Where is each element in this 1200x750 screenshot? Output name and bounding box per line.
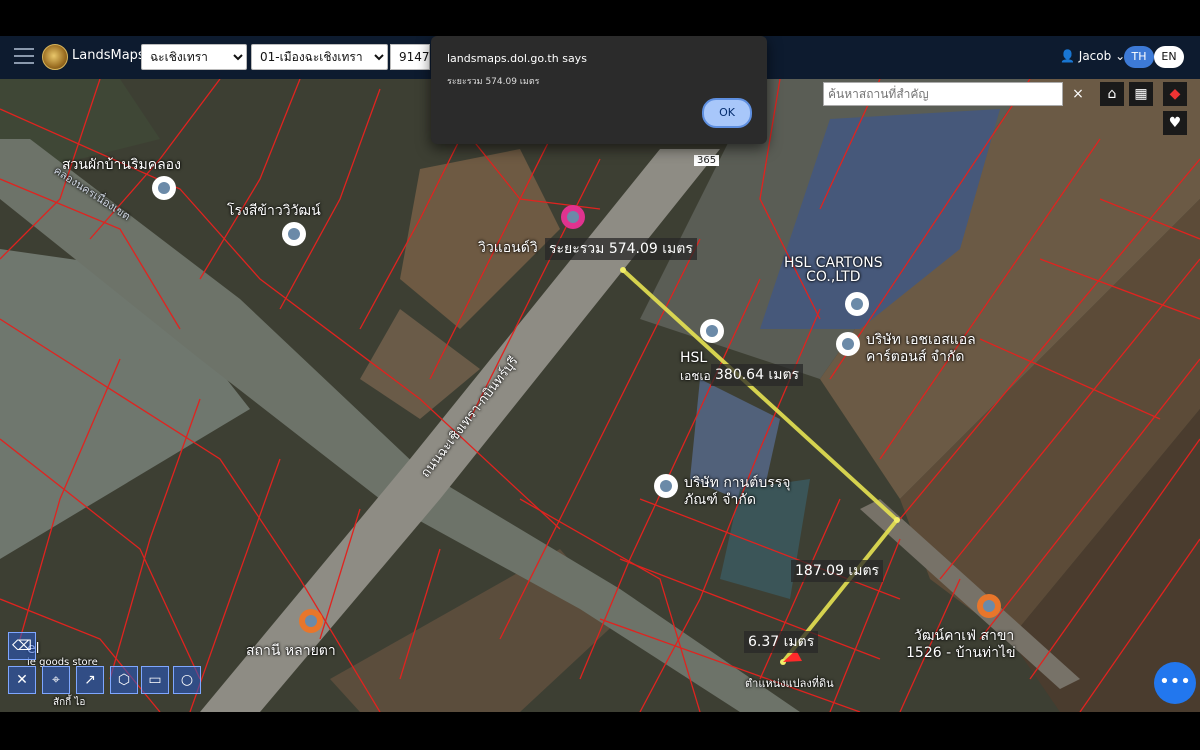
line-tool-icon[interactable]: ↗: [76, 666, 104, 694]
measure-total-label: ระยะรวม 574.09 เมตร: [545, 238, 697, 260]
label-rice-mill: โรงสีข้าววิวัฒน์: [227, 203, 321, 219]
measure-seg2-label: 187.09 เมตร: [791, 560, 884, 582]
label-hsl-cartons: HSL CARTONS CO.,LTD: [784, 255, 883, 285]
measure-seg3-label: 6.37 เมตร: [744, 631, 819, 653]
landsmaps-logo: [42, 44, 68, 70]
label-garden: สวนผักบ้านริมคลอง: [62, 157, 181, 173]
map-view[interactable]: × ⌂ ▦ ◆ ♥ สวนผักบ้านริมคลอง คลองนครเนื่อ…: [0, 79, 1200, 712]
grid-icon[interactable]: ▦: [1129, 82, 1153, 106]
parcel-number-input[interactable]: 9147: [390, 44, 430, 70]
rice-mill-marker-icon[interactable]: [282, 222, 306, 246]
province-select[interactable]: ฉะเชิงเทรา: [141, 44, 247, 70]
district-select[interactable]: 01-เมืองฉะเชิงเทรา: [251, 44, 388, 70]
rectangle-tool-icon[interactable]: ▭: [141, 666, 169, 694]
label-hsl-th2: คาร์ตอนส์ จำกัด: [866, 349, 965, 365]
lang-th-button[interactable]: TH: [1124, 46, 1154, 68]
menu-icon[interactable]: [14, 48, 34, 64]
route-shield: 365: [694, 155, 720, 166]
user-icon: 👤: [1060, 49, 1075, 63]
user-menu[interactable]: 👤 Jacob ⌄: [1060, 49, 1125, 63]
eraser-tool-icon[interactable]: ⌫: [8, 632, 36, 660]
alert-dialog: landsmaps.dol.go.th says ระยะรวม 574.09 …: [431, 36, 767, 144]
lang-en-button[interactable]: EN: [1154, 46, 1184, 68]
measure-seg1-prefix: เอชเอ: [680, 369, 711, 383]
label-hsl: HSL: [680, 350, 708, 366]
hsl-company-marker-icon[interactable]: [836, 332, 860, 356]
clear-search-icon[interactable]: ×: [1066, 82, 1090, 106]
chat-icon[interactable]: •••: [1154, 662, 1196, 704]
label-cafe2: 1526 - บ้านท่าไข่: [906, 645, 1016, 661]
garden-marker-icon[interactable]: [152, 176, 176, 200]
measure-seg1-label: 380.64 เมตร: [711, 364, 804, 386]
hsl-marker-icon[interactable]: [700, 319, 724, 343]
label-vivian: วิวแอนด์วิ: [478, 240, 538, 256]
home-icon[interactable]: ⌂: [1100, 82, 1124, 106]
hsl-cartons-marker-icon[interactable]: [845, 292, 869, 316]
layers-icon[interactable]: ◆: [1163, 82, 1187, 106]
circle-tool-icon[interactable]: ○: [173, 666, 201, 694]
dialog-message: ระยะรวม 574.09 เมตร: [447, 77, 540, 87]
packaging-marker-icon[interactable]: [654, 474, 678, 498]
label-parcel-position: ตำแหน่งแปลงที่ดิน: [745, 677, 834, 690]
vivian-marker-icon[interactable]: [561, 205, 585, 229]
marker-tool-icon[interactable]: ⌖: [42, 666, 70, 694]
station-marker-icon[interactable]: [299, 609, 323, 633]
brand-name: LandsMaps: [72, 48, 145, 63]
browser-screen: LandsMaps ฉะเชิงเทรา 01-เมืองฉะเชิงเทรา …: [0, 0, 1200, 750]
polygon-tool-icon[interactable]: ⬡: [110, 666, 138, 694]
cafe-marker-icon[interactable]: [977, 594, 1001, 618]
ok-button[interactable]: OK: [702, 98, 752, 128]
label-left3: สักกี้ ไอ: [53, 697, 86, 708]
landmark-search-input[interactable]: [823, 82, 1063, 106]
user-name: Jacob: [1078, 49, 1112, 63]
label-station: สถานี หลายตา: [246, 643, 336, 659]
heart-icon[interactable]: ♥: [1163, 111, 1187, 135]
measure-tool-icon[interactable]: ✕: [8, 666, 36, 694]
dialog-title: landsmaps.dol.go.th says: [447, 52, 587, 65]
label-packaging2: ภัณฑ์ จำกัด: [684, 492, 756, 508]
